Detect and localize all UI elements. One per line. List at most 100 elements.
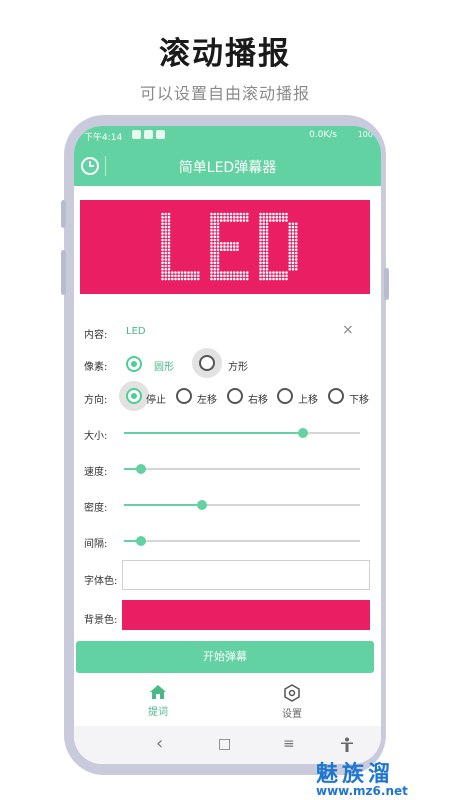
led-dot	[281, 277, 285, 281]
led-dot	[259, 277, 262, 281]
direction-radio-down[interactable]	[328, 388, 344, 404]
led-dot	[216, 238, 220, 242]
led-dot	[210, 258, 213, 261]
phone-volume-button	[61, 250, 66, 295]
slider-fill	[124, 432, 304, 434]
back-icon[interactable]: ‹	[156, 733, 163, 754]
led-dot	[291, 225, 295, 229]
led-dot	[291, 267, 295, 271]
led-dot	[236, 271, 239, 274]
led-dot	[167, 258, 171, 261]
direction-radio-right[interactable]	[227, 388, 243, 404]
density-slider[interactable]	[124, 500, 360, 510]
led-dot	[232, 245, 236, 248]
led-dot	[216, 241, 220, 245]
pixel-radio-square[interactable]	[199, 355, 215, 371]
led-dot	[265, 258, 269, 261]
tab-label: 提词	[148, 707, 168, 718]
led-dot	[265, 271, 269, 274]
led-dot	[223, 212, 226, 216]
content-label: 内容:	[84, 330, 108, 341]
hero-subtitle: 可以设置自由滚动播报	[139, 84, 310, 103]
led-dot	[294, 254, 298, 258]
speed-label: 速度:	[84, 467, 108, 478]
led-dot	[262, 241, 266, 245]
led-dot	[210, 264, 213, 268]
led-dot	[265, 245, 269, 248]
font-color-swatch[interactable]	[122, 560, 370, 590]
led-dot	[213, 238, 217, 242]
battery-indicator: 100	[357, 130, 373, 139]
led-dot	[278, 277, 282, 281]
led-dot	[229, 219, 233, 222]
led-dot	[161, 235, 164, 239]
led-dot	[183, 274, 187, 278]
slider-thumb[interactable]	[135, 536, 146, 546]
led-dot	[210, 267, 213, 271]
led-dot	[213, 245, 217, 248]
slider-thumb[interactable]	[135, 464, 146, 474]
clear-icon[interactable]: ×	[342, 322, 354, 338]
direction-radio-stop[interactable]	[126, 388, 142, 404]
home-square-icon[interactable]: □	[218, 736, 231, 752]
led-dot	[210, 254, 213, 258]
tab-prompter[interactable]: 提词	[118, 684, 198, 718]
slider-thumb[interactable]	[298, 428, 309, 438]
led-dot	[216, 232, 220, 235]
tab-settings[interactable]: 设置	[252, 684, 332, 720]
led-dot	[167, 219, 171, 222]
led-dot	[216, 271, 220, 274]
speed-slider[interactable]	[124, 464, 360, 474]
led-dot	[213, 235, 217, 239]
led-dot	[187, 277, 190, 281]
bg-color-swatch[interactable]	[122, 600, 370, 630]
direction-radio-up[interactable]	[277, 388, 293, 404]
led-dot	[213, 277, 217, 281]
led-dot	[265, 215, 269, 219]
led-dot	[187, 274, 190, 278]
slider-thumb[interactable]	[196, 500, 207, 510]
led-dot	[272, 215, 275, 219]
network-speed: 0.0K/s	[309, 130, 337, 140]
spacing-slider[interactable]	[124, 536, 360, 546]
led-dot	[281, 212, 285, 216]
led-dot	[245, 212, 249, 216]
led-dot	[285, 212, 288, 216]
led-dot	[216, 215, 220, 219]
led-dot	[262, 277, 266, 281]
pixel-radio-circle[interactable]	[126, 356, 142, 372]
led-dot	[291, 248, 295, 252]
led-dot	[219, 271, 223, 274]
led-dot	[167, 264, 171, 268]
start-button[interactable]: 开始弹幕	[76, 641, 374, 673]
led-dot	[177, 274, 181, 278]
led-dot	[239, 212, 243, 216]
led-dot	[216, 212, 220, 216]
led-dot	[213, 261, 217, 265]
led-dot	[288, 261, 292, 265]
led-dot	[262, 251, 266, 255]
accessibility-icon[interactable]	[340, 737, 354, 753]
led-dot	[161, 215, 164, 219]
led-dot	[265, 235, 269, 239]
led-dot	[262, 261, 266, 265]
led-dot	[226, 212, 230, 216]
led-dot	[291, 261, 295, 265]
bottom-tab-bar: 提词 设置	[74, 680, 381, 726]
led-dot	[262, 264, 266, 268]
direction-label: 方向:	[84, 395, 108, 406]
led-dot	[236, 245, 239, 248]
tab-label: 设置	[282, 709, 302, 720]
led-dot	[213, 267, 217, 271]
size-slider[interactable]	[124, 428, 360, 438]
led-dot	[167, 277, 171, 281]
direction-radio-left[interactable]	[176, 388, 192, 404]
direction-option-left: 左移	[197, 395, 217, 406]
menu-icon[interactable]: ≡	[283, 736, 295, 752]
content-input[interactable]: LED	[126, 326, 146, 337]
led-dot	[219, 219, 223, 222]
led-dot	[213, 271, 217, 274]
led-dot	[265, 228, 269, 232]
led-dot	[259, 274, 262, 278]
led-dot	[294, 235, 298, 239]
